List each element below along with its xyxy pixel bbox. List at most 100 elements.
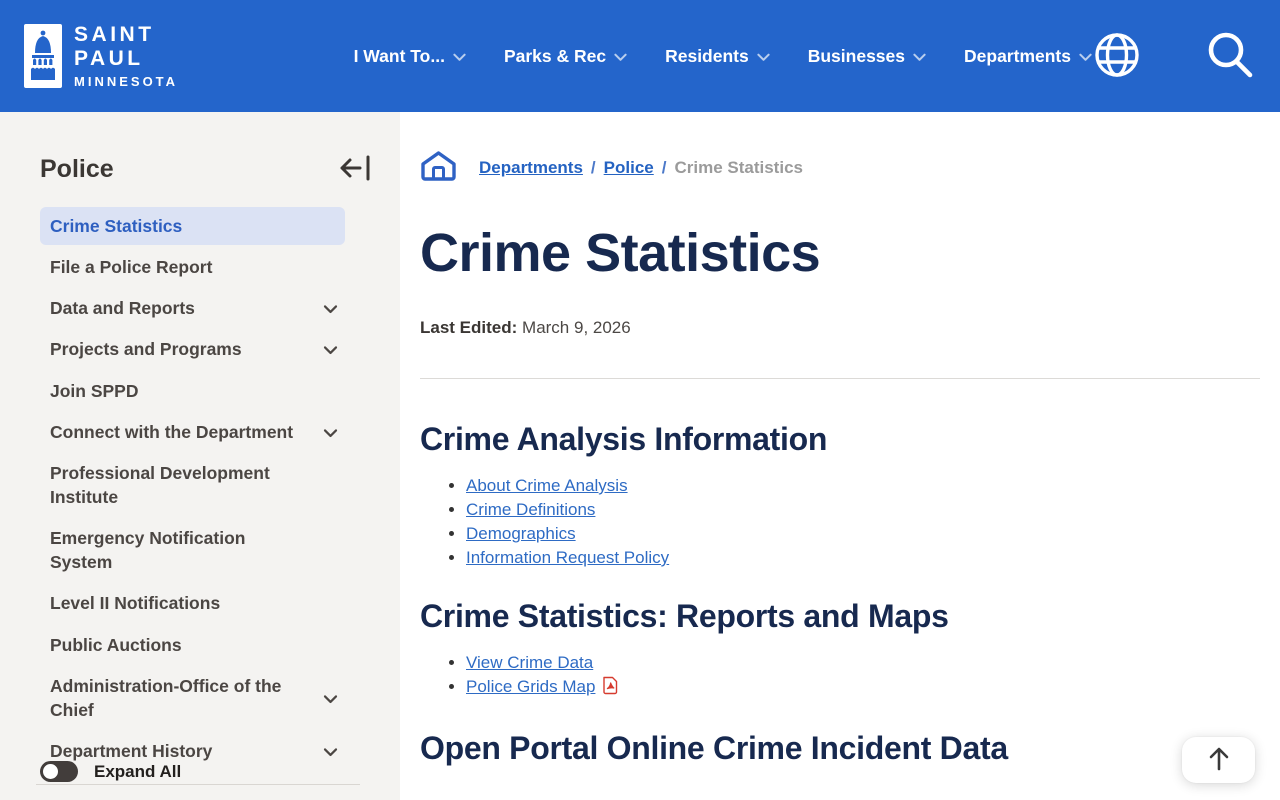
expand-all-toggle[interactable] xyxy=(40,761,78,782)
section-crime-statistics-reports-and-maps: Crime Statistics: Reports and Maps View C… xyxy=(420,598,1260,702)
main-content: Departments / Police / Crime Statistics Crim… xyxy=(400,112,1280,800)
list-item: Information Request Policy xyxy=(466,546,1260,570)
sidebar-item-label: Department History xyxy=(50,740,213,761)
last-edited-label: Last Edited: xyxy=(420,318,518,337)
sidebar-title: Police xyxy=(40,155,114,183)
sidebar-item-label: File a Police Report xyxy=(50,257,213,278)
sidebar-item-connect-with-the-department[interactable]: Connect with the Department xyxy=(40,413,345,451)
section-link-list: About Crime Analysis Crime Definitions Dem… xyxy=(466,474,1260,570)
sidebar-item-label: Join SPPD xyxy=(50,380,139,401)
sidebar-item-level-ii-notifications[interactable]: Level II Notifications xyxy=(40,584,345,622)
pdf-icon xyxy=(602,676,618,702)
sidebar-item-label: Level II Notifications xyxy=(50,593,221,614)
breadcrumb-trail: Departments / Police / Crime Statistics xyxy=(479,158,803,178)
chevron-down-icon[interactable] xyxy=(322,686,339,710)
arrow-up-icon xyxy=(1207,746,1231,775)
sidebar-divider xyxy=(36,784,360,786)
page-title: Crime Statistics xyxy=(420,223,821,283)
chevron-down-icon[interactable] xyxy=(322,296,339,320)
nav-item-parks-rec[interactable]: Parks & Rec xyxy=(504,46,627,67)
content-link-about-crime-analysis[interactable]: About Crime Analysis xyxy=(466,476,628,495)
sidebar-item-projects-and-programs[interactable]: Projects and Programs xyxy=(40,330,345,368)
nav-item-residents[interactable]: Residents xyxy=(665,46,770,67)
expand-all-label: Expand All xyxy=(94,761,182,781)
nav-item-label: Businesses xyxy=(807,45,906,66)
content-link-information-request-policy[interactable]: Information Request Policy xyxy=(466,548,669,567)
search-icon xyxy=(1204,29,1256,84)
sidebar-item-public-auctions[interactable]: Public Auctions xyxy=(40,626,345,664)
breadcrumb-current: Crime Statistics xyxy=(674,158,803,177)
sidebar-item-data-and-reports[interactable]: Data and Reports xyxy=(40,289,345,327)
chevron-down-icon xyxy=(453,46,466,67)
chevron-down-icon xyxy=(614,46,627,67)
sidebar-item-label: Administration-Office of the Chief xyxy=(50,675,282,720)
search-button[interactable] xyxy=(1204,29,1256,84)
nav-item-departments[interactable]: Departments xyxy=(964,46,1092,67)
content-link-view-crime-data[interactable]: View Crime Data xyxy=(466,653,593,672)
sidebar-nav: Crime Statistics File a Police Report Data… xyxy=(0,207,400,770)
site-logo[interactable]: SAINT PAUL MINNESOTA xyxy=(24,23,226,89)
logo-city-name: SAINT PAUL xyxy=(74,23,155,70)
sidebar-item-crime-statistics[interactable]: Crime Statistics xyxy=(40,207,345,246)
section-open-portal-online-crime-incident-data: Open Portal Online Crime Incident Data xyxy=(420,730,1260,767)
sidebar-item-professional-development-institute[interactable]: Professional Development Institute xyxy=(40,454,345,516)
police-sidebar: Police Crime Statistics File a Police Rep… xyxy=(0,112,400,800)
expand-all-row: Expand All xyxy=(40,761,181,782)
chevron-down-icon[interactable] xyxy=(322,420,339,444)
breadcrumb-link[interactable]: Departments xyxy=(479,158,583,177)
sidebar-item-administration-office-of-the-chief[interactable]: Administration-Office of the Chief xyxy=(40,667,345,729)
scroll-to-top-button[interactable] xyxy=(1182,737,1255,783)
breadcrumb: Departments / Police / Crime Statistics xyxy=(420,150,1260,186)
header-icons xyxy=(1092,29,1256,84)
sidebar-item-label: Data and Reports xyxy=(50,298,195,319)
section-link-list: View Crime Data Police Grids Map xyxy=(466,651,1260,702)
content-divider xyxy=(420,378,1260,379)
sidebar-item-join-sppd[interactable]: Join SPPD xyxy=(40,372,345,410)
globe-icon xyxy=(1092,30,1142,83)
nav-item-label: I Want To... xyxy=(353,45,445,66)
nav-item-label: Parks & Rec xyxy=(503,45,607,66)
sidebar-item-label: Professional Development Institute xyxy=(50,462,270,507)
chevron-down-icon xyxy=(757,46,770,67)
chevron-down-icon xyxy=(913,46,926,67)
sidebar-item-label: Connect with the Department xyxy=(50,421,294,442)
primary-nav: I Want To... Parks & Rec Residents Business… xyxy=(354,46,1092,67)
sidebar-item-label: Public Auctions xyxy=(50,634,182,655)
sidebar-item-label: Emergency Notification System xyxy=(50,528,246,573)
list-item: Police Grids Map xyxy=(466,675,1260,702)
section-heading: Open Portal Online Crime Incident Data xyxy=(420,730,1008,766)
content-sections: Crime Analysis Information About Crime An… xyxy=(420,421,1260,767)
nav-item-label: Departments xyxy=(964,45,1071,66)
chevron-down-icon[interactable] xyxy=(322,739,339,763)
nav-item-i-want-to[interactable]: I Want To... xyxy=(354,46,466,67)
section-heading: Crime Analysis Information xyxy=(420,421,828,457)
sidebar-item-label: Projects and Programs xyxy=(50,339,242,360)
home-icon[interactable] xyxy=(420,150,457,186)
list-item: Crime Definitions xyxy=(466,498,1260,522)
sidebar-item-file-a-police-report[interactable]: File a Police Report xyxy=(40,248,345,286)
sidebar-item-label: Crime Statistics xyxy=(50,216,183,236)
logo-text: SAINT PAUL MINNESOTA xyxy=(74,23,226,89)
sidebar-item-emergency-notification-system[interactable]: Emergency Notification System xyxy=(40,519,345,581)
breadcrumb-link[interactable]: Police xyxy=(604,158,654,177)
content-link-crime-definitions[interactable]: Crime Definitions xyxy=(466,500,595,519)
nav-item-businesses[interactable]: Businesses xyxy=(808,46,926,67)
list-item: View Crime Data xyxy=(466,651,1260,675)
chevron-down-icon[interactable] xyxy=(322,337,339,361)
chevron-down-icon xyxy=(1079,46,1092,67)
section-heading: Crime Statistics: Reports and Maps xyxy=(420,598,949,634)
nav-item-label: Residents xyxy=(665,45,749,66)
section-crime-analysis-information: Crime Analysis Information About Crime An… xyxy=(420,421,1260,570)
breadcrumb-separator: / xyxy=(661,158,667,177)
capitol-icon xyxy=(24,24,63,88)
content-link-demographics[interactable]: Demographics xyxy=(466,524,576,543)
language-globe-button[interactable] xyxy=(1092,30,1142,83)
last-edited: Last Edited: March 9, 2026 xyxy=(420,318,1260,338)
toggle-knob xyxy=(43,764,58,779)
sidebar-collapse-button[interactable] xyxy=(338,154,372,185)
content-link-police-grids-map[interactable]: Police Grids Map xyxy=(466,677,595,696)
breadcrumb-separator: / xyxy=(590,158,596,177)
sidebar-header: Police xyxy=(40,154,372,185)
list-item: About Crime Analysis xyxy=(466,474,1260,498)
collapse-panel-icon xyxy=(338,154,372,185)
